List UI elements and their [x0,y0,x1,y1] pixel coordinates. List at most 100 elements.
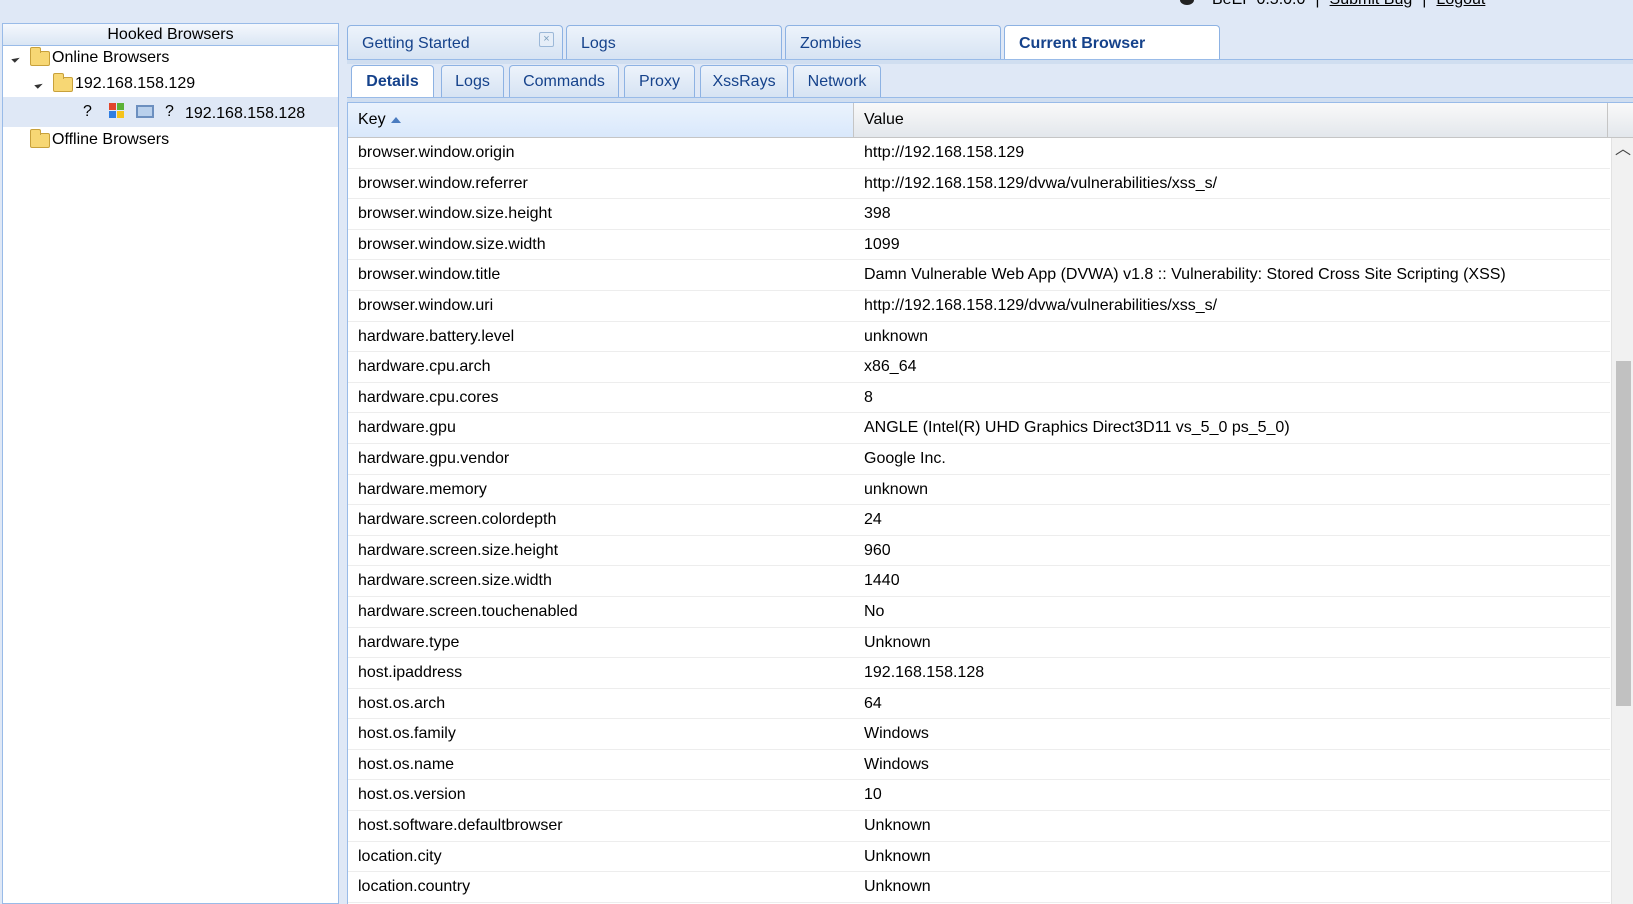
tab-getting-started[interactable]: Getting Started × [347,25,563,60]
tree-subnet[interactable]: 192.168.158.129 [3,72,338,96]
subtab-logs[interactable]: Logs [441,65,504,97]
row-key: hardware.gpu [358,419,456,437]
collapse-arrow-icon[interactable] [11,54,20,63]
table-row[interactable]: hardware.screen.size.width 1440 [348,566,1610,597]
row-key: hardware.screen.colordepth [358,511,557,529]
table-row[interactable]: host.os.name Windows [348,750,1610,781]
tree-offline-browsers[interactable]: Offline Browsers [3,128,338,152]
subtab-details[interactable]: Details [351,65,434,97]
subtab-xssrays[interactable]: XssRays [700,65,788,97]
scroll-thumb[interactable] [1616,361,1631,706]
separator: | [1422,0,1426,8]
vertical-scrollbar[interactable]: ︿ [1611,138,1633,904]
row-key: host.ipaddress [358,664,463,682]
row-key: browser.window.size.width [358,235,546,253]
row-value: x86_64 [864,358,917,376]
tab-label: Logs [581,35,616,52]
folder-icon [30,129,50,148]
value-column-header[interactable]: Value [854,103,1608,137]
collapse-arrow-icon[interactable] [34,80,43,89]
row-key: location.country [358,878,471,896]
table-row[interactable]: host.ipaddress 192.168.158.128 [348,658,1610,689]
details-grid: Key Value browser.window.origin http://19… [347,103,1633,904]
table-row[interactable]: browser.window.uri http://192.168.158.129… [348,291,1610,322]
sort-ascending-icon [390,116,401,123]
folder-icon [53,73,73,92]
table-row[interactable]: browser.window.referrer http://192.168.15… [348,169,1610,200]
tab-current-browser[interactable]: Current Browser [1004,25,1220,60]
folder-icon [30,47,50,66]
table-row[interactable]: hardware.screen.size.height 960 [348,536,1610,567]
table-row[interactable]: hardware.gpu.vendor Google Inc. [348,444,1610,475]
table-row[interactable]: hardware.cpu.cores 8 [348,383,1610,414]
tree-online-browsers[interactable]: Online Browsers [3,46,338,70]
row-value: 24 [864,511,882,529]
table-row[interactable]: browser.window.origin http://192.168.158.… [348,138,1610,169]
tree-label: 192.168.158.128 [185,105,306,122]
row-value: No [864,602,885,620]
row-value: Unknown [864,817,931,835]
submit-bug-link[interactable]: Submit Bug [1330,0,1413,8]
row-key: hardware.type [358,633,460,651]
table-row[interactable]: location.country Unknown [348,872,1610,903]
close-icon[interactable]: × [539,32,554,47]
row-key: browser.window.title [358,266,501,284]
tree-hooked-browser[interactable]: ? ? 192.168.158.128 [3,97,338,127]
scroll-up-icon[interactable]: ︿ [1615,142,1631,158]
subtab-commands[interactable]: Commands [509,65,619,97]
column-label: Value [864,111,904,128]
row-value: Windows [864,725,929,743]
tab-label: Current Browser [1019,35,1146,52]
table-row[interactable]: hardware.screen.colordepth 24 [348,505,1610,536]
row-key: hardware.screen.size.width [358,572,552,590]
tab-zombies[interactable]: Zombies [785,25,1001,60]
windows-logo-icon [109,103,125,119]
table-row[interactable]: hardware.type Unknown [348,628,1610,659]
row-value: http://192.168.158.129/dvwa/vulnerabilit… [864,296,1218,314]
row-key: host.os.name [358,755,455,773]
tree-label: Offline Browsers [52,131,170,148]
row-value: 960 [864,541,891,559]
separator: | [1315,0,1319,8]
table-row[interactable]: hardware.gpu ANGLE (Intel(R) UHD Graphics… [348,413,1610,444]
table-row[interactable]: host.software.defaultbrowser Unknown [348,811,1610,842]
table-row[interactable]: hardware.memory unknown [348,475,1610,506]
table-row[interactable]: hardware.screen.touchenabled No [348,597,1610,628]
row-value: Damn Vulnerable Web App (DVWA) v1.8 :: V… [864,266,1506,284]
table-row[interactable]: hardware.battery.level unknown [348,322,1610,353]
top-header: BeEF 0.5.0.0 | Submit Bug | Logout [1180,0,1485,9]
row-value: Windows [864,755,929,773]
table-row[interactable]: host.os.version 10 [348,780,1610,812]
row-value: unknown [864,480,929,498]
row-key: host.os.version [358,786,466,804]
sub-tabbar: Details Logs Commands Proxy XssRays Netw… [347,64,1633,98]
row-value: 64 [864,694,882,712]
row-value: http://192.168.158.129/dvwa/vulnerabilit… [864,174,1218,192]
key-column-header[interactable]: Key [348,103,854,137]
row-value: 398 [864,205,891,223]
row-value: 1099 [864,235,900,253]
table-row[interactable]: browser.window.title Damn Vulnerable Web … [348,260,1610,291]
app-version: BeEF 0.5.0.0 [1212,0,1305,8]
tree-label: Online Browsers [52,49,170,66]
table-row[interactable]: browser.window.size.height 398 [348,199,1610,230]
row-key: browser.window.uri [358,296,494,314]
row-key: hardware.gpu.vendor [358,449,510,467]
subtab-network[interactable]: Network [793,65,881,97]
table-row[interactable]: hardware.cpu.arch x86_64 [348,352,1610,383]
row-key: browser.window.referrer [358,174,528,192]
table-row[interactable]: browser.window.size.width 1099 [348,230,1610,261]
subtab-proxy[interactable]: Proxy [624,65,695,97]
unknown-device-icon: ? [165,103,174,120]
hooked-browsers-title: Hooked Browsers [3,24,338,46]
row-key: hardware.cpu.arch [358,358,491,376]
table-row[interactable]: host.os.family Windows [348,719,1610,750]
logout-link[interactable]: Logout [1436,0,1485,8]
tab-label: Zombies [800,35,862,52]
row-value: Unknown [864,633,931,651]
table-row[interactable]: host.os.arch 64 [348,689,1610,720]
table-row[interactable]: location.city Unknown [348,842,1610,873]
row-key: location.city [358,847,442,865]
tab-logs[interactable]: Logs [566,25,782,60]
row-key: host.os.family [358,725,456,743]
